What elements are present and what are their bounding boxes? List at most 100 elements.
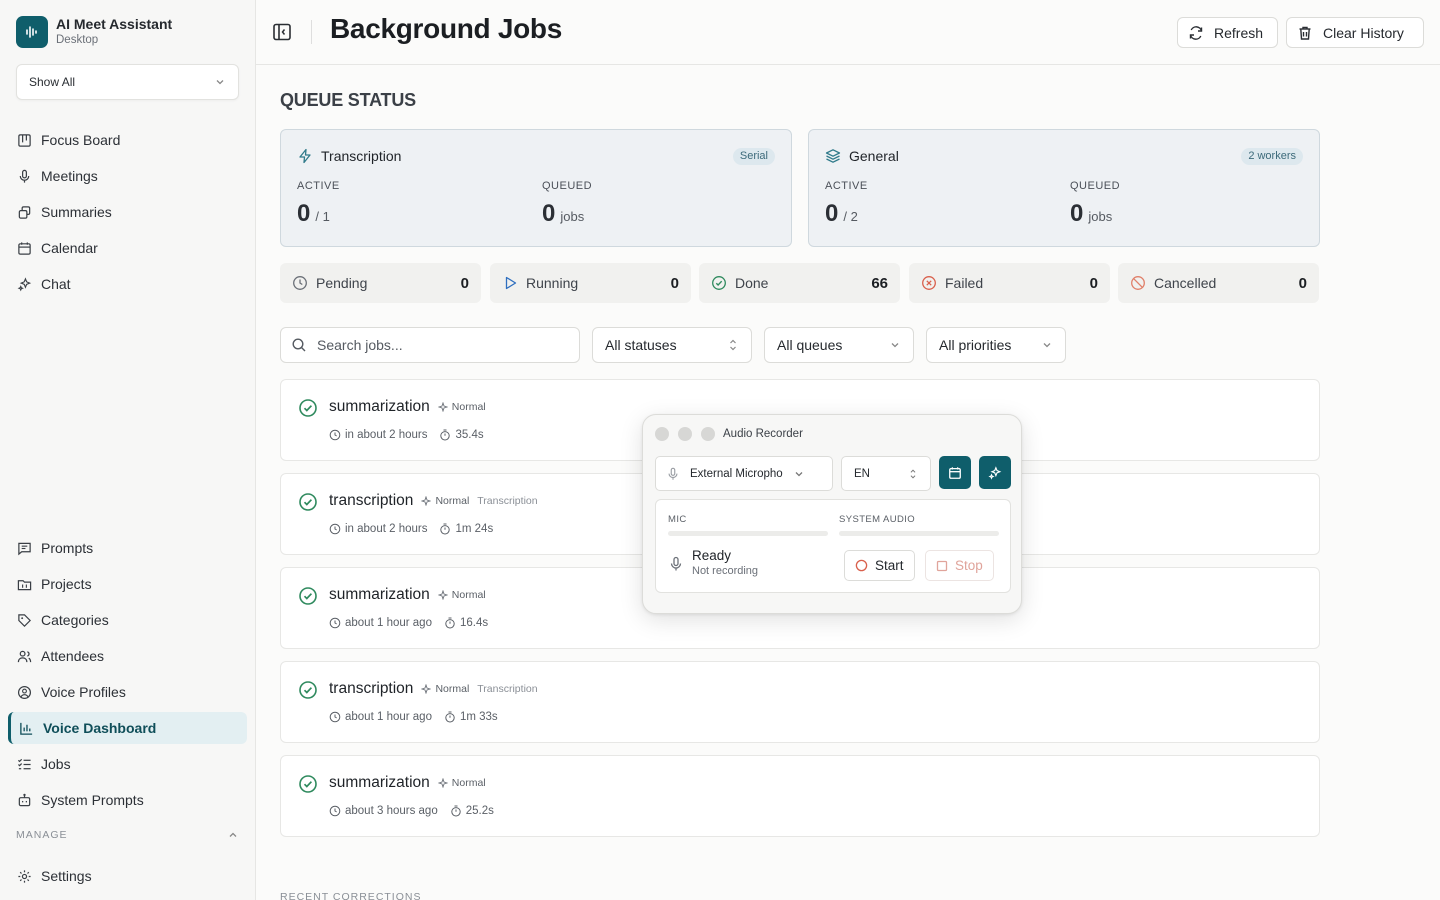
sidebar-item-focus-board[interactable]: Focus Board bbox=[8, 124, 247, 156]
play-icon bbox=[505, 276, 517, 290]
job-priority-label: Normal bbox=[435, 683, 470, 695]
queued-count: 0 bbox=[542, 200, 556, 227]
brand[interactable]: AI Meet Assistant Desktop bbox=[16, 16, 172, 48]
active-label: ACTIVE bbox=[297, 180, 340, 192]
job-name: summarization bbox=[329, 398, 430, 415]
show-filter-select[interactable]: Show All bbox=[16, 64, 239, 100]
queued-unit: jobs bbox=[560, 209, 585, 224]
job-name: summarization bbox=[329, 774, 430, 791]
clock-icon bbox=[329, 429, 341, 441]
sidebar-item-projects[interactable]: Projects bbox=[8, 568, 247, 600]
start-recording-button[interactable]: Start bbox=[844, 550, 915, 581]
recording-status: Ready Not recording bbox=[692, 548, 758, 577]
window-controls bbox=[655, 427, 715, 441]
microphone-device-select[interactable]: External Micropho bbox=[655, 456, 833, 491]
search-placeholder: Search jobs... bbox=[317, 337, 403, 353]
refresh-button[interactable]: Refresh bbox=[1177, 17, 1278, 48]
sidebar-item-label: Chat bbox=[41, 276, 71, 292]
stat-done[interactable]: Done 66 bbox=[699, 263, 900, 303]
sidebar-toggle-button[interactable] bbox=[272, 22, 292, 42]
sidebar-item-voice-profiles[interactable]: Voice Profiles bbox=[8, 676, 247, 708]
sidebar-item-prompts[interactable]: Prompts bbox=[8, 532, 247, 564]
job-time: about 1 hour ago bbox=[345, 617, 432, 629]
copy-icon bbox=[18, 205, 31, 219]
sidebar-item-attendees[interactable]: Attendees bbox=[8, 640, 247, 672]
tag-icon bbox=[18, 613, 31, 627]
board-icon bbox=[18, 133, 31, 147]
search-icon bbox=[292, 338, 306, 352]
sidebar-item-system-prompts[interactable]: System Prompts bbox=[8, 784, 247, 816]
job-time: about 3 hours ago bbox=[345, 805, 438, 817]
clear-history-button[interactable]: Clear History bbox=[1286, 17, 1424, 48]
sparkle-icon bbox=[437, 590, 448, 600]
active-label: ACTIVE bbox=[825, 180, 868, 192]
active-value: 0 / 1 bbox=[297, 200, 330, 228]
queue-name: General bbox=[849, 148, 899, 164]
recording-substatus: Not recording bbox=[692, 565, 759, 577]
chevrons-up-down-icon bbox=[730, 339, 736, 351]
priority-filter-select[interactable]: All priorities bbox=[926, 327, 1066, 363]
header-divider bbox=[311, 20, 312, 44]
message-icon bbox=[18, 542, 31, 555]
job-priority: Normal bbox=[437, 401, 486, 413]
close-window-button[interactable] bbox=[655, 427, 669, 441]
chevrons-up-down-icon bbox=[910, 469, 916, 478]
sidebar-item-label: Categories bbox=[41, 612, 109, 628]
stat-running[interactable]: Running 0 bbox=[490, 263, 691, 303]
bar-chart-icon bbox=[20, 722, 33, 735]
show-filter-value: Show All bbox=[29, 75, 76, 89]
sidebar-item-label: Voice Dashboard bbox=[43, 720, 157, 736]
language-select[interactable]: EN bbox=[841, 456, 931, 491]
check-circle-icon bbox=[712, 276, 726, 290]
sidebar-item-chat[interactable]: Chat bbox=[8, 268, 247, 300]
sidebar-item-categories[interactable]: Categories bbox=[8, 604, 247, 636]
system-audio-meter bbox=[839, 531, 999, 536]
stat-cancelled[interactable]: Cancelled 0 bbox=[1118, 263, 1319, 303]
sidebar-item-label: Prompts bbox=[41, 540, 94, 556]
page-header: Background Jobs Refresh Clear History bbox=[256, 0, 1440, 65]
priority-filter-value: All priorities bbox=[939, 337, 1012, 353]
waveform-logo-icon bbox=[16, 16, 48, 48]
sidebar-item-summaries[interactable]: Summaries bbox=[8, 196, 247, 228]
queued-value: 0 jobs bbox=[542, 200, 584, 228]
minimize-window-button[interactable] bbox=[678, 427, 692, 441]
user-circle-icon bbox=[17, 685, 32, 699]
queued-value: 0 jobs bbox=[1070, 200, 1112, 228]
sidebar-item-jobs[interactable]: Jobs bbox=[8, 748, 247, 780]
stat-failed[interactable]: Failed 0 bbox=[909, 263, 1110, 303]
gear-icon bbox=[18, 869, 31, 883]
start-label: Start bbox=[875, 558, 904, 573]
job-row[interactable]: transcription Normal Transcription about… bbox=[280, 661, 1320, 743]
microphone-icon bbox=[668, 467, 678, 480]
stat-count: 0 bbox=[1298, 274, 1307, 292]
sidebar-item-meetings[interactable]: Meetings bbox=[8, 160, 247, 192]
search-input[interactable]: Search jobs... bbox=[280, 327, 580, 363]
queued-label: QUEUED bbox=[542, 180, 593, 192]
sidebar-item-label: Voice Profiles bbox=[41, 684, 126, 700]
chevron-down-icon bbox=[216, 80, 224, 85]
stop-recording-button[interactable]: Stop bbox=[925, 550, 994, 581]
sparkle-icon bbox=[421, 496, 432, 506]
sidebar-item-label: Meetings bbox=[41, 168, 98, 184]
status-filter-select[interactable]: All statuses bbox=[592, 327, 752, 363]
ai-assist-button[interactable] bbox=[979, 456, 1011, 489]
job-time: in about 2 hours bbox=[345, 523, 428, 535]
sidebar-item-label: Calendar bbox=[41, 240, 98, 256]
sidebar-item-voice-dashboard[interactable]: Voice Dashboard bbox=[8, 712, 247, 744]
stat-label: Failed bbox=[945, 275, 984, 291]
page-title: Background Jobs bbox=[330, 13, 562, 44]
manage-section-toggle[interactable]: MANAGE bbox=[16, 829, 239, 841]
maximize-window-button[interactable] bbox=[701, 427, 715, 441]
job-title: summarization Normal bbox=[329, 398, 494, 416]
check-circle-icon bbox=[299, 399, 317, 417]
microphone-icon bbox=[19, 169, 30, 183]
clock-icon bbox=[329, 523, 341, 535]
sidebar-item-settings[interactable]: Settings bbox=[8, 860, 247, 892]
stat-pending[interactable]: Pending 0 bbox=[280, 263, 481, 303]
sidebar-item-calendar[interactable]: Calendar bbox=[8, 232, 247, 264]
job-row[interactable]: summarization Normal about 3 hours ago 2… bbox=[280, 755, 1320, 837]
calendar-button[interactable] bbox=[939, 456, 971, 489]
job-duration: 16.4s bbox=[459, 617, 489, 629]
queue-filter-select[interactable]: All queues bbox=[764, 327, 914, 363]
language-value: EN bbox=[854, 467, 870, 480]
